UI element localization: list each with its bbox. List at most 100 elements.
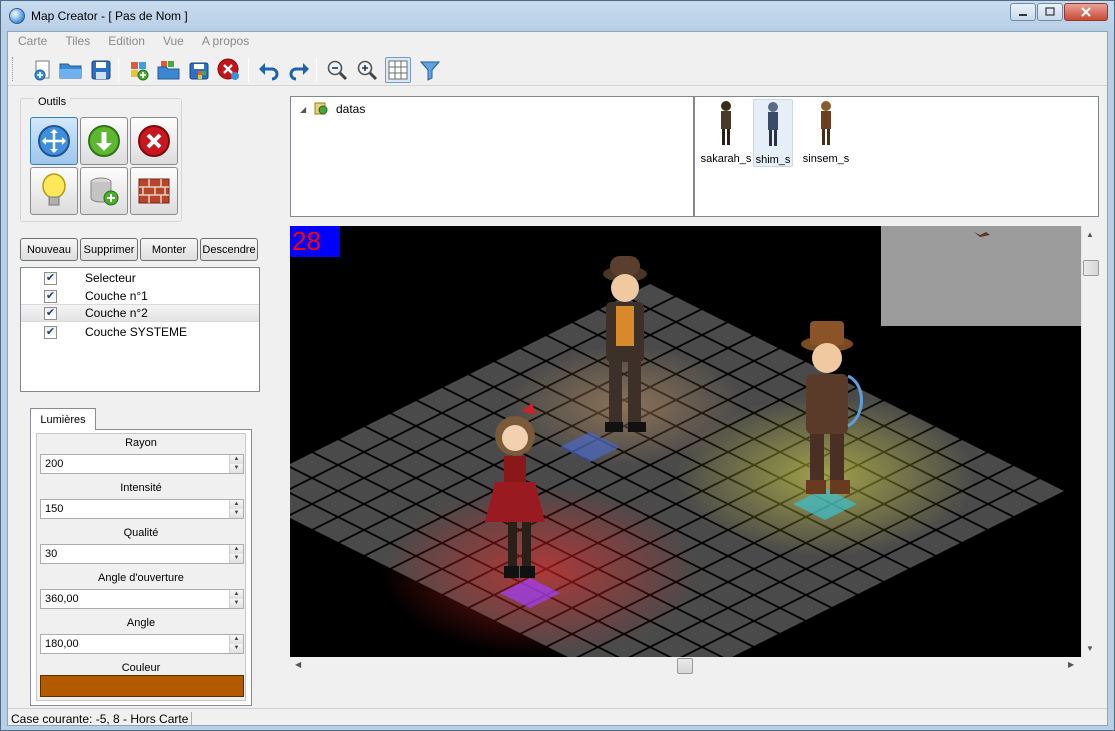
save-tileset-button[interactable] — [186, 57, 212, 83]
spin-up-icon[interactable]: ▲ — [230, 590, 243, 599]
erase-tool-button[interactable] — [130, 117, 178, 165]
new-layer-button[interactable]: Nouveau — [20, 238, 78, 261]
layer-visibility-checkbox[interactable]: ✔ — [44, 306, 57, 320]
toolbar-separator — [118, 58, 119, 82]
intensity-spin-arrows[interactable]: ▲ ▼ — [229, 500, 243, 518]
minimize-button[interactable] — [1010, 3, 1036, 21]
angle-value: 180,00 — [45, 638, 79, 650]
layer-visibility-checkbox[interactable]: ✔ — [44, 289, 57, 303]
tree-expand-icon[interactable]: ◢ — [300, 105, 306, 114]
download-tool-button[interactable] — [80, 117, 128, 165]
tree-root-label[interactable]: datas — [336, 102, 365, 116]
layer-label: Selecteur — [85, 271, 136, 285]
zoom-out-button[interactable] — [324, 57, 350, 83]
radius-spin-arrows[interactable]: ▲ ▼ — [229, 455, 243, 473]
quality-spinbox[interactable]: 30 ▲ ▼ — [40, 544, 244, 564]
wall-tool-button[interactable] — [130, 167, 178, 215]
scroll-right-icon[interactable]: ▶ — [1068, 660, 1074, 669]
tools-group-title: Outils — [34, 96, 71, 108]
radius-spinbox[interactable]: 200 ▲ ▼ — [40, 454, 244, 474]
toolbar-separator — [316, 58, 317, 82]
map-viewport[interactable]: 28 — [290, 226, 1081, 657]
menu-a-propos[interactable]: A propos — [192, 32, 257, 51]
maximize-icon — [1045, 7, 1055, 16]
grid-toggle-button[interactable] — [385, 57, 411, 83]
client-area: Carte Tiles Edition Vue A propos Outils … — [7, 31, 1108, 726]
close-button[interactable] — [1064, 3, 1108, 21]
layer-item-selected[interactable]: ✔ Couche n°2 — [21, 304, 259, 322]
scroll-down-icon[interactable]: ▼ — [1086, 644, 1094, 653]
database-tool-button[interactable] — [80, 167, 128, 215]
zoom-in-icon — [357, 60, 378, 81]
filter-icon — [419, 61, 441, 81]
layer-item[interactable]: ✔ Selecteur — [21, 269, 259, 287]
new-map-icon — [34, 60, 50, 81]
move-tool-button[interactable] — [30, 117, 78, 165]
sprite-item[interactable]: sinsem_s — [799, 99, 853, 167]
sprite-item[interactable]: sakarah_s — [699, 99, 753, 167]
move-layer-down-button[interactable]: Descendre — [200, 238, 258, 261]
spin-up-icon[interactable]: ▲ — [230, 455, 243, 464]
toolbar-grip[interactable] — [12, 57, 15, 81]
sprite-item-selected[interactable]: shim_s — [753, 99, 793, 167]
menu-carte[interactable]: Carte — [8, 32, 55, 51]
delete-layer-button[interactable]: Supprimer — [80, 238, 138, 261]
move-layer-up-button[interactable]: Monter — [140, 238, 198, 261]
save-button[interactable] — [88, 57, 114, 83]
orange-light-glow — [505, 346, 745, 466]
angle-spinbox[interactable]: 180,00 ▲ ▼ — [40, 634, 244, 654]
toolbar — [8, 52, 1107, 86]
new-tileset-button[interactable] — [126, 57, 152, 83]
aperture-angle-spinbox[interactable]: 360,00 ▲ ▼ — [40, 589, 244, 609]
light-tool-button[interactable] — [30, 167, 78, 215]
map-horizontal-scrollbar[interactable]: ◀ ▶ — [290, 657, 1081, 675]
spin-down-icon[interactable]: ▼ — [230, 599, 243, 608]
intensity-spinbox[interactable]: 150 ▲ ▼ — [40, 499, 244, 519]
spin-down-icon[interactable]: ▼ — [230, 464, 243, 473]
open-tileset-button[interactable] — [156, 57, 182, 83]
quality-value: 30 — [45, 548, 58, 560]
scroll-left-icon[interactable]: ◀ — [295, 660, 301, 669]
aperture-spin-arrows[interactable]: ▲ ▼ — [229, 590, 243, 608]
title-bar[interactable]: Map Creator - [ Pas de Nom ] — [1, 1, 1114, 31]
spin-up-icon[interactable]: ▲ — [230, 545, 243, 554]
vertical-scroll-thumb[interactable] — [1083, 260, 1099, 276]
zoom-in-button[interactable] — [354, 57, 380, 83]
layer-item[interactable]: ✔ Couche n°1 — [21, 287, 259, 305]
map-vertical-scrollbar[interactable]: ▲ ▼ — [1081, 226, 1099, 657]
move-tool-icon — [38, 125, 70, 157]
toolbar-separator — [248, 58, 249, 82]
scroll-up-icon[interactable]: ▲ — [1086, 230, 1094, 239]
angle-spin-arrows[interactable]: ▲ ▼ — [229, 635, 243, 653]
spin-down-icon[interactable]: ▼ — [230, 644, 243, 653]
layer-item[interactable]: ✔ Couche SYSTEME — [21, 323, 259, 341]
spin-up-icon[interactable]: ▲ — [230, 635, 243, 644]
character-sprite-icon — [768, 102, 778, 146]
filter-button[interactable] — [417, 57, 443, 83]
menu-tiles[interactable]: Tiles — [55, 32, 98, 51]
menu-vue[interactable]: Vue — [153, 32, 192, 51]
window-title: Map Creator - [ Pas de Nom ] — [31, 9, 188, 23]
tab-lumieres[interactable]: Lumières — [30, 408, 96, 430]
layer-visibility-checkbox[interactable]: ✔ — [44, 271, 57, 285]
new-map-button[interactable] — [30, 57, 56, 83]
app-window: Map Creator - [ Pas de Nom ] Carte Tiles… — [0, 0, 1115, 731]
minimap[interactable] — [881, 226, 1081, 326]
layer-visibility-checkbox[interactable]: ✔ — [44, 325, 57, 339]
undo-button[interactable] — [256, 57, 282, 83]
spin-down-icon[interactable]: ▼ — [230, 554, 243, 563]
spin-up-icon[interactable]: ▲ — [230, 500, 243, 509]
delete-button[interactable] — [216, 57, 242, 83]
grid-icon — [388, 60, 408, 80]
maximize-button[interactable] — [1037, 3, 1063, 21]
layer-label: Couche n°2 — [85, 306, 148, 320]
status-text: Case courante: -5, 8 - Hors Carte — [11, 712, 193, 726]
layer-label: Couche n°1 — [85, 289, 148, 303]
open-folder-button[interactable] — [58, 57, 84, 83]
menu-edition[interactable]: Edition — [98, 32, 153, 51]
redo-button[interactable] — [286, 57, 312, 83]
spin-down-icon[interactable]: ▼ — [230, 509, 243, 518]
light-color-swatch[interactable] — [40, 675, 244, 697]
horizontal-scroll-thumb[interactable] — [677, 658, 693, 674]
quality-spin-arrows[interactable]: ▲ ▼ — [229, 545, 243, 563]
